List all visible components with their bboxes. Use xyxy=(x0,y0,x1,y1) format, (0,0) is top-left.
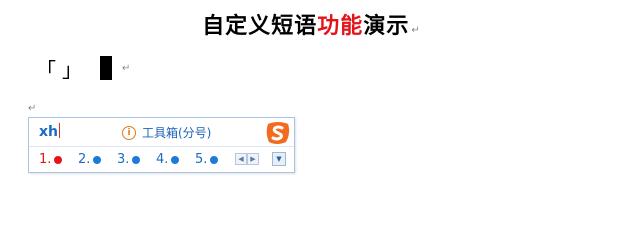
info-icon: i xyxy=(122,125,136,140)
title-text-part2: 演示 xyxy=(363,14,410,39)
title-text-part1: 自定义短语 xyxy=(202,14,318,39)
pinyin-text: xh xyxy=(39,124,58,140)
toolbox-hint[interactable]: i 工具箱(分号) xyxy=(122,124,211,141)
paragraph-mark: ↵ xyxy=(411,25,421,36)
candidate-2[interactable]: 2. xyxy=(78,152,102,167)
pinyin-input[interactable]: xh xyxy=(39,123,60,140)
expand-menu-icon[interactable]: ▼ xyxy=(272,152,286,166)
candidate-row: 1. 2. 3. 4. 5. ◀ ▶ ▼ xyxy=(29,147,294,172)
candidate-symbol-icon xyxy=(54,155,63,164)
text-cursor-block xyxy=(100,56,112,80)
candidate-1[interactable]: 1. xyxy=(39,152,63,167)
candidate-index: 3. xyxy=(117,152,130,167)
sample-line: 「 」 ↵ xyxy=(36,52,130,84)
toolbox-hint-label: 工具箱(分号) xyxy=(142,126,212,140)
candidate-symbol-icon xyxy=(210,155,219,164)
right-corner-bracket: 」 xyxy=(62,57,82,82)
left-corner-bracket: 「 xyxy=(36,57,56,82)
title-highlight: 功能 xyxy=(317,14,364,39)
candidate-3[interactable]: 3. xyxy=(117,152,141,167)
sogou-logo-icon[interactable] xyxy=(265,121,291,145)
candidate-index: 2. xyxy=(78,152,91,167)
ime-candidate-window: xh i 工具箱(分号) 1. 2. 3. 4. 5. ◀ ▶ ▼ xyxy=(28,117,295,173)
input-caret xyxy=(59,123,60,138)
candidate-4[interactable]: 4. xyxy=(156,152,180,167)
paragraph-mark: ↵ xyxy=(122,62,131,74)
page-buttons: ◀ ▶ xyxy=(235,153,259,165)
ime-composition-bar: xh i 工具箱(分号) xyxy=(29,118,294,147)
candidate-symbol-icon xyxy=(132,155,141,164)
document-title: 自定义短语功能演示 ↵ xyxy=(0,8,623,40)
paragraph-mark: ↵ xyxy=(28,103,37,114)
candidate-symbol-icon xyxy=(171,155,180,164)
candidate-symbol-icon xyxy=(93,155,102,164)
page-prev-icon[interactable]: ◀ xyxy=(235,153,247,165)
candidate-index: 1. xyxy=(39,152,52,167)
candidate-index: 5. xyxy=(195,152,208,167)
candidate-5[interactable]: 5. xyxy=(195,152,219,167)
page-next-icon[interactable]: ▶ xyxy=(247,153,259,165)
candidate-index: 4. xyxy=(156,152,169,167)
